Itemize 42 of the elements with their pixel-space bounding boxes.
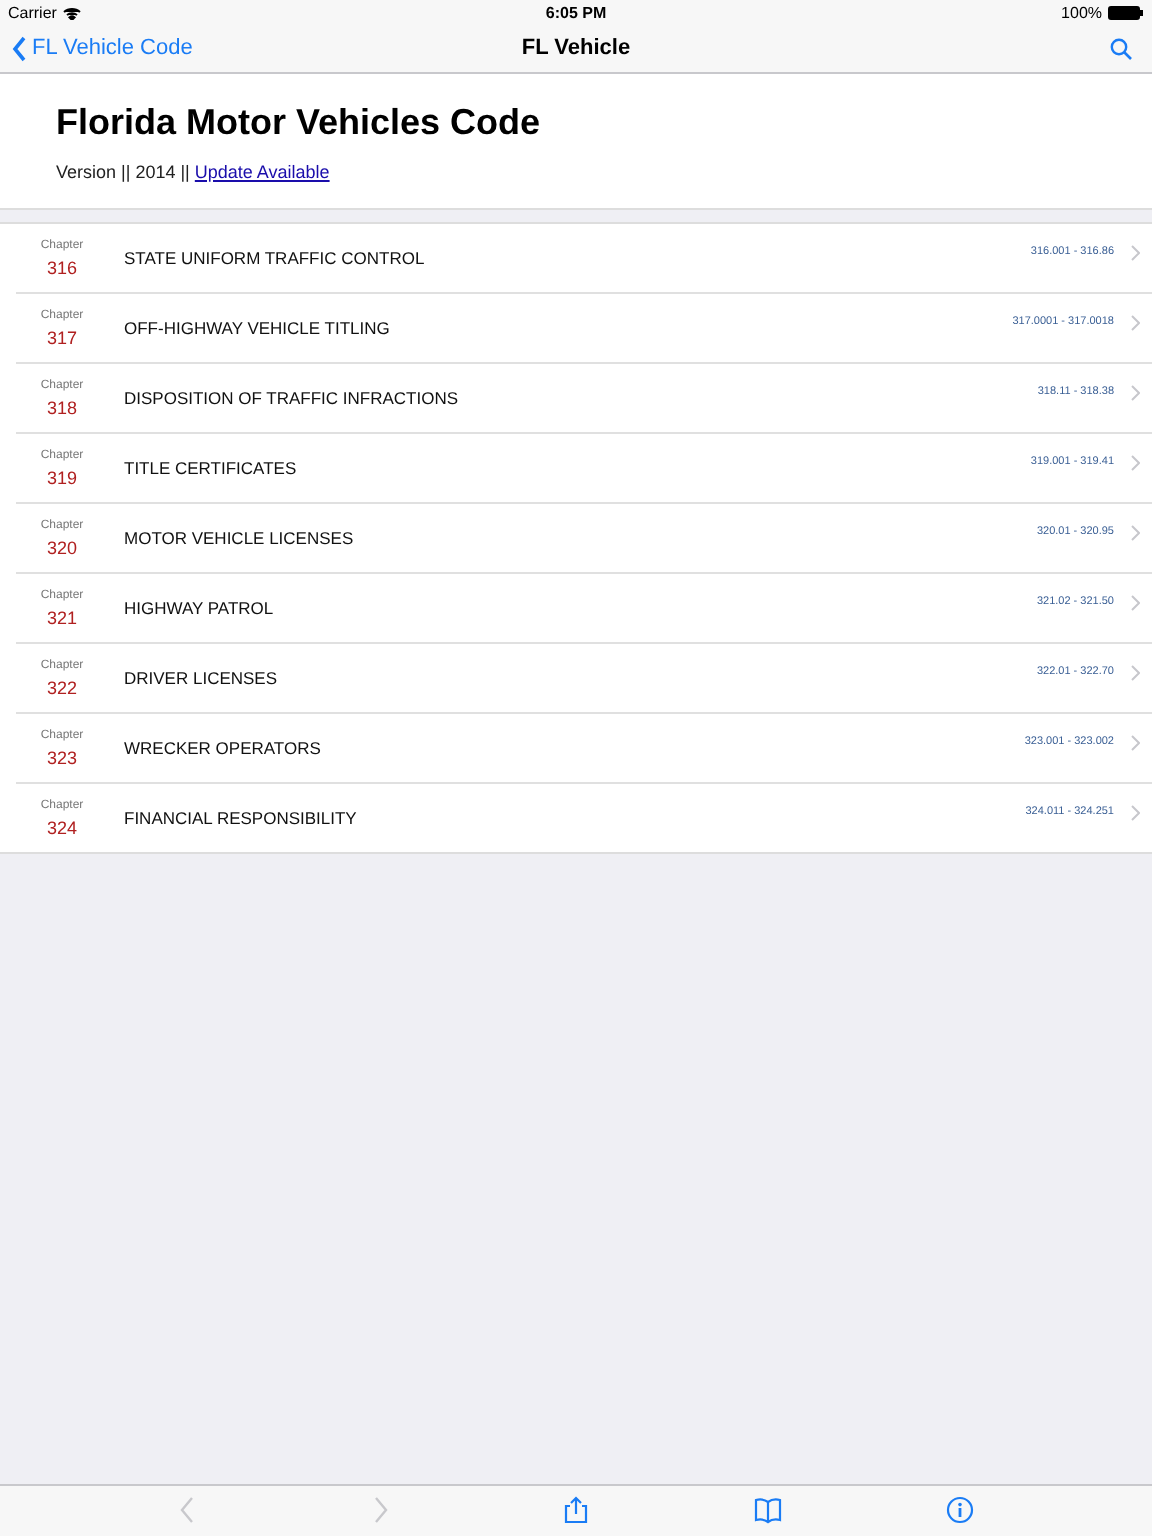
update-link[interactable]: Update Available [194,162,330,182]
chapter-number: 320 [46,537,78,557]
page-title: Florida Motor Vehicles Code [56,102,543,144]
nav-title: FL Vehicle [521,36,631,60]
wifi-icon [62,4,83,20]
chapter-title: DRIVER LICENSES [122,668,280,688]
carrier-name: Carrier [8,3,57,21]
chevron-right-icon [1130,383,1140,401]
chapter-title: TITLE CERTIFICATES [122,458,299,478]
book-icon[interactable] [754,1496,782,1524]
chevron-left-icon [12,35,26,61]
search-icon[interactable] [1110,37,1132,59]
back-button[interactable]: FL Vehicle Code [0,35,193,61]
chapter-number: 323 [46,747,78,767]
chapter-number: 316 [46,257,78,277]
chapter-title: OFF-HIGHWAY VEHICLE TITLING [122,318,392,338]
chapter-number: 318 [46,397,78,417]
info-icon[interactable] [946,1496,974,1524]
share-icon[interactable] [562,1496,590,1524]
chapter-number: 321 [46,607,78,627]
version-line: Version || 2014 || Update Available [56,162,332,182]
chapter-title: HIGHWAY PATROL [122,598,276,618]
chapter-title: MOTOR VEHICLE LICENSES [122,528,356,548]
chevron-right-icon [1130,523,1140,541]
chapter-title: STATE UNIFORM TRAFFIC CONTROL [122,248,427,268]
chapter-title: FINANCIAL RESPONSIBILITY [122,808,359,828]
battery-percent: 100% [1061,3,1103,21]
chevron-right-icon [1130,453,1140,471]
chapter-number: 322 [46,677,78,697]
chapter-title: WRECKER OPERATORS [122,738,323,758]
chevron-right-icon [1130,243,1140,261]
chapter-number: 319 [46,467,78,487]
clock: 6:05 PM [545,3,607,21]
battery-icon [1108,5,1145,19]
chevron-right-icon [1130,593,1140,611]
chevron-right-icon [1130,313,1140,331]
chapter-title: DISPOSITION OF TRAFFIC INFRACTIONS [122,388,461,408]
chevron-right-icon [1130,803,1140,821]
chapter-number: 324 [46,817,78,837]
chapter-number: 317 [46,327,78,347]
chevron-right-icon [1130,663,1140,681]
chevron-right-icon [1130,733,1140,751]
